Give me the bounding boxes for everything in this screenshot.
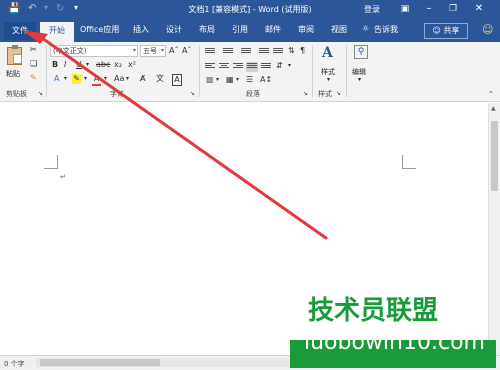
watermark-url: luobowin10.com <box>304 330 485 355</box>
arrow-shaft <box>40 36 328 240</box>
word-count-status[interactable]: 0 个字 <box>4 359 25 369</box>
arrow-head <box>22 30 48 44</box>
horizontal-scroll-thumb[interactable] <box>40 359 160 366</box>
watermark-brand: 技术员联盟 <box>308 296 439 326</box>
